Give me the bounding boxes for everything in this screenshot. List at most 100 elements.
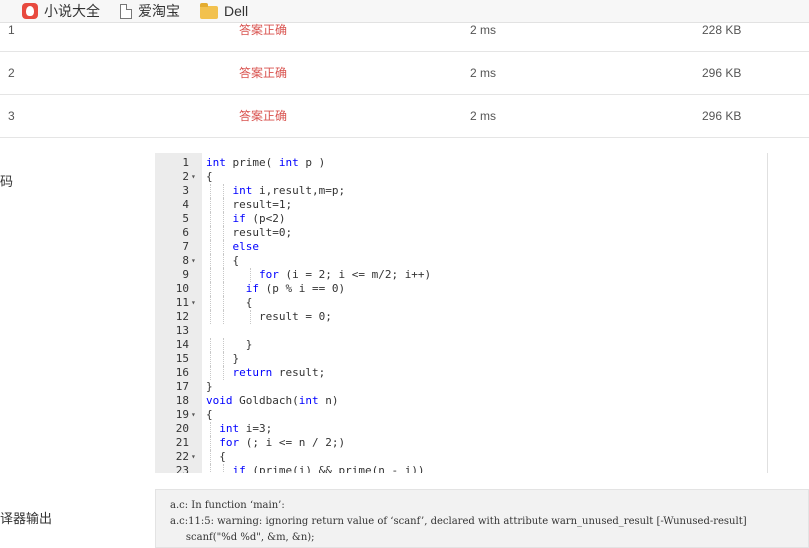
bookmark-dell-folder[interactable]: Dell [200,0,248,23]
line-number: 2 [182,170,189,183]
code-text: } [206,352,240,365]
line-number: 10 [175,282,189,295]
line-number: 16 [175,366,189,379]
result-time: 2 ms [470,66,497,80]
code-line: 2 ▾ { [155,170,768,184]
code-text: if (p<2) [232,212,286,225]
code-line: 21 for (; i <= n / 2;) [155,436,768,450]
code-line: 9 for (i = 2; i <= m/2; i++) [155,268,768,282]
code-text: for (; i <= n / 2;) [219,436,346,449]
line-number: 18 [175,394,189,407]
code-text: int prime( int p ) [206,156,326,169]
bookmark-label: 小说大全 [44,3,100,19]
line-number: 7 [182,240,189,253]
line-number: 4 [182,198,189,211]
result-status: 答案正确 [239,66,288,80]
code-line: 7 else [155,240,768,254]
code-line: 11 ▾ { [155,296,768,310]
result-time: 2 ms [470,109,497,123]
result-row: 3 答案正确 2 ms 296 KB [0,95,809,138]
code-line: 5 if (p<2) [155,212,768,226]
line-number: 14 [175,338,189,351]
line-number: 3 [182,184,189,197]
code-text: if (p % i == 0) [245,282,346,295]
code-line: 22 ▾ { [155,450,768,464]
line-number: 17 [175,380,189,393]
bookmark-taobao[interactable]: 爱淘宝 [120,0,180,23]
line-number: 13 [175,324,189,337]
compiler-output-line: scanf("%d %d", &m, &n); [170,532,315,543]
code-text: void Goldbach(int n) [206,394,339,407]
code-text: for (i = 2; i <= m/2; i++) [258,268,432,281]
code-text: if (prime(i) && prime(n - i)) [232,464,425,473]
code-text: return result; [232,366,326,379]
compiler-section-label: 编译器输出 [0,511,53,526]
code-text: } [206,380,213,393]
line-number: 23 [175,464,189,473]
page-icon [120,3,132,19]
code-text: { [206,450,226,463]
fold-arrow-icon[interactable]: ▾ [191,450,201,464]
bookmark-novels[interactable]: 小说大全 [22,0,100,23]
line-number: 15 [175,352,189,365]
code-text: { [206,254,240,267]
code-line: 20 int i=3; [155,422,768,436]
code-line: 12 result = 0; [155,310,768,324]
fold-arrow-icon[interactable]: ▾ [191,408,201,422]
compiler-output-line: a.c:11:5: warning: ignoring return value… [170,516,747,527]
line-number: 8 [182,254,189,267]
fold-arrow-icon[interactable]: ▾ [191,254,201,268]
line-number: 21 [175,436,189,449]
result-memory: 296 KB [702,109,742,123]
bookmark-label: 爱淘宝 [138,3,180,19]
fold-arrow-icon[interactable]: ▾ [191,296,201,310]
compiler-output-line: a.c: In function ‘main’: [170,500,285,511]
line-number: 6 [182,226,189,239]
line-number: 5 [182,212,189,225]
code-text: { [206,170,213,183]
code-line: 18 void Goldbach(int n) [155,394,768,408]
bookmark-label: Dell [224,3,249,19]
test-case-number: 3 [8,109,15,123]
code-line: 8 ▾ { [155,254,768,268]
test-case-number: 2 [8,66,15,80]
code-line: 4 result=1; [155,198,768,212]
result-status: 答案正确 [239,109,288,123]
code-text: else [232,240,260,253]
code-text: result=1; [206,198,293,211]
code-line: 23 if (prime(i) && prime(n - i)) [155,464,768,473]
fold-arrow-icon[interactable]: ▾ [191,170,201,184]
bookmarks-bar: 小说大全 爱淘宝 Dell [0,0,809,23]
line-number: 11 [175,296,189,309]
code-line: 17} [155,380,768,394]
line-number: 20 [175,422,189,435]
result-memory: 296 KB [702,66,742,80]
line-number: 1 [182,156,189,169]
code-line: 13 [155,324,768,338]
compiler-output: a.c: In function ‘main’: a.c:11:5: warni… [155,489,809,548]
code-section-label: 代码 [0,174,14,189]
code-text: int i,result,m=p; [232,184,346,197]
code-text: result=0; [206,226,293,239]
code-text: int i=3; [219,422,273,435]
line-number: 12 [175,310,189,323]
line-number: 19 [175,408,189,421]
code-text: { [206,296,253,309]
line-number: 22 [175,450,189,463]
code-text: { [206,408,213,421]
code-editor[interactable]: 1 int prime( int p ) 2 ▾{3 int i,result,m=p… [155,153,768,473]
novel-icon [22,3,38,19]
code-line: 10 if (p % i == 0) [155,282,768,296]
code-text: } [206,338,253,351]
result-row: 2 答案正确 2 ms 296 KB [0,52,809,95]
line-number: 9 [182,268,189,281]
code-line: 14 } [155,338,768,352]
code-text: result = 0; [206,310,332,323]
code-line: 3 int i,result,m=p; [155,184,768,198]
code-line: 19 ▾ { [155,408,768,422]
code-line: 15 } [155,352,768,366]
code-line: 1 int prime( int p ) [155,156,768,170]
folder-icon [200,2,218,19]
code-line: 16 return result; [155,366,768,380]
code-line: 6 result=0; [155,226,768,240]
